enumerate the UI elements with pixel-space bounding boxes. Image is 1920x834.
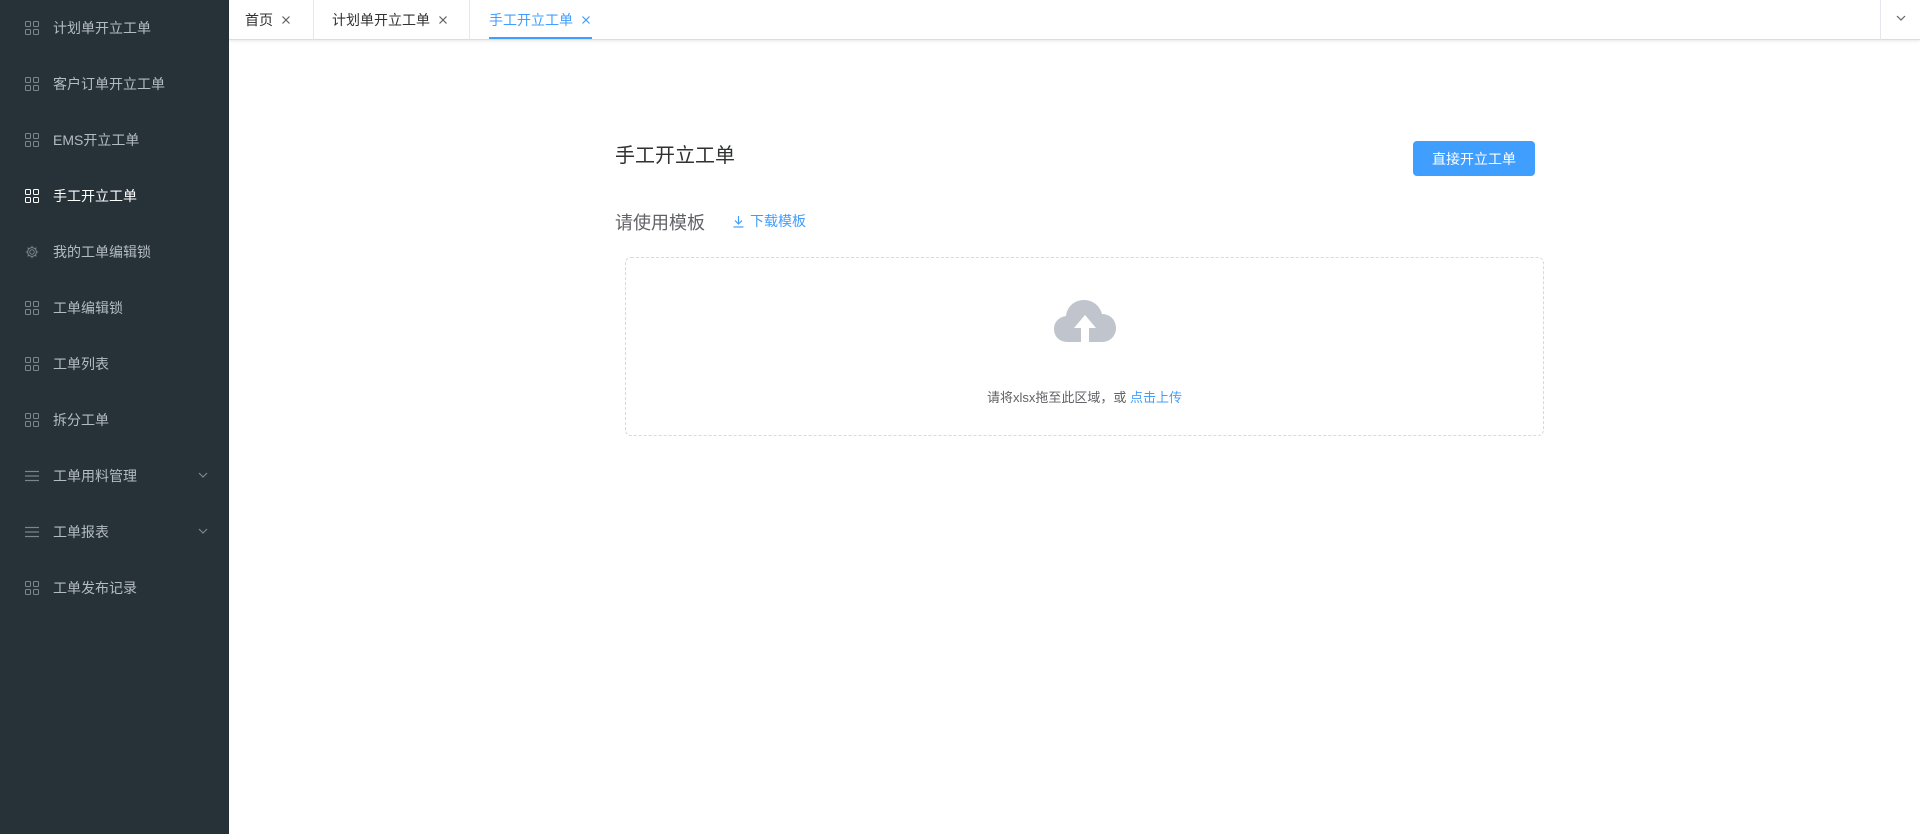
download-icon	[732, 215, 745, 228]
chevron-down-icon	[197, 468, 209, 480]
grid-icon	[24, 20, 40, 36]
upload-dropzone[interactable]: 请将xlsx拖至此区域，或 点击上传	[625, 257, 1544, 436]
sidebar-item-customer-order[interactable]: 客户订单开立工单	[0, 56, 229, 112]
grid-icon	[24, 580, 40, 596]
close-icon[interactable]	[581, 15, 591, 25]
sidebar-item-manual[interactable]: 手工开立工单	[0, 168, 229, 224]
grid-icon	[24, 412, 40, 428]
sidebar-item-label: 工单编辑锁	[53, 300, 123, 316]
sidebar-item-label: 工单报表	[53, 524, 109, 540]
template-label: 请使用模板	[615, 213, 705, 233]
tab-label: 计划单开立工单	[332, 12, 430, 28]
sidebar-item-ems[interactable]: EMS开立工单	[0, 112, 229, 168]
close-icon[interactable]	[281, 15, 291, 25]
chevron-down-icon	[197, 524, 209, 536]
sidebar: 计划单开立工单 客户订单开立工单 EMS开立工单 手工开立工单 我的工单编辑锁 …	[0, 0, 229, 834]
upload-hint: 请将xlsx拖至此区域，或 点击上传	[626, 387, 1543, 406]
sidebar-item-label: EMS开立工单	[53, 132, 140, 148]
sidebar-item-label: 工单列表	[53, 356, 109, 372]
sidebar-item-my-lock[interactable]: 我的工单编辑锁	[0, 224, 229, 280]
page-title: 手工开立工单	[615, 145, 735, 167]
gear-icon	[24, 244, 40, 260]
tabs-bar: 首页 计划单开立工单 手工开立工单	[229, 0, 1920, 40]
download-template-link[interactable]: 下载模板	[732, 211, 806, 231]
sidebar-item-lock[interactable]: 工单编辑锁	[0, 280, 229, 336]
sidebar-item-label: 客户订单开立工单	[53, 76, 165, 92]
upload-hint-text: 请将xlsx拖至此区域，或	[986, 390, 1127, 405]
tabs-dropdown-button[interactable]	[1880, 0, 1920, 40]
grid-icon	[24, 356, 40, 372]
sidebar-item-label: 拆分工单	[53, 412, 109, 428]
sidebar-item-plan-order[interactable]: 计划单开立工单	[0, 0, 229, 56]
tab-plan-order[interactable]: 计划单开立工单	[332, 0, 448, 40]
tab-label: 手工开立工单	[489, 12, 573, 28]
grid-icon	[24, 188, 40, 204]
tab-home[interactable]: 首页	[245, 0, 291, 40]
active-tab-indicator	[489, 37, 592, 39]
tab-divider	[469, 0, 470, 40]
sidebar-item-label: 工单发布记录	[53, 580, 137, 596]
direct-open-button[interactable]: 直接开立工单	[1413, 141, 1535, 176]
sidebar-item-list[interactable]: 工单列表	[0, 336, 229, 392]
sidebar-item-material[interactable]: 工单用料管理	[0, 448, 229, 504]
click-upload-link[interactable]: 点击上传	[1130, 390, 1182, 405]
grid-icon	[24, 76, 40, 92]
sidebar-item-label: 计划单开立工单	[53, 20, 151, 36]
download-link-label: 下载模板	[750, 213, 806, 229]
sidebar-item-release-log[interactable]: 工单发布记录	[0, 560, 229, 616]
tab-manual[interactable]: 手工开立工单	[489, 0, 591, 40]
grid-icon	[24, 300, 40, 316]
tab-divider	[313, 0, 314, 40]
chevron-down-icon	[1895, 11, 1907, 29]
menu-icon	[24, 468, 40, 484]
grid-icon	[24, 132, 40, 148]
cloud-upload-icon	[1054, 298, 1116, 346]
sidebar-item-label: 工单用料管理	[53, 468, 137, 484]
sidebar-item-label: 我的工单编辑锁	[53, 244, 151, 260]
sidebar-item-label: 手工开立工单	[53, 188, 137, 204]
sidebar-item-split[interactable]: 拆分工单	[0, 392, 229, 448]
sidebar-item-report[interactable]: 工单报表	[0, 504, 229, 560]
tab-label: 首页	[245, 12, 273, 28]
menu-icon	[24, 524, 40, 540]
close-icon[interactable]	[438, 15, 448, 25]
